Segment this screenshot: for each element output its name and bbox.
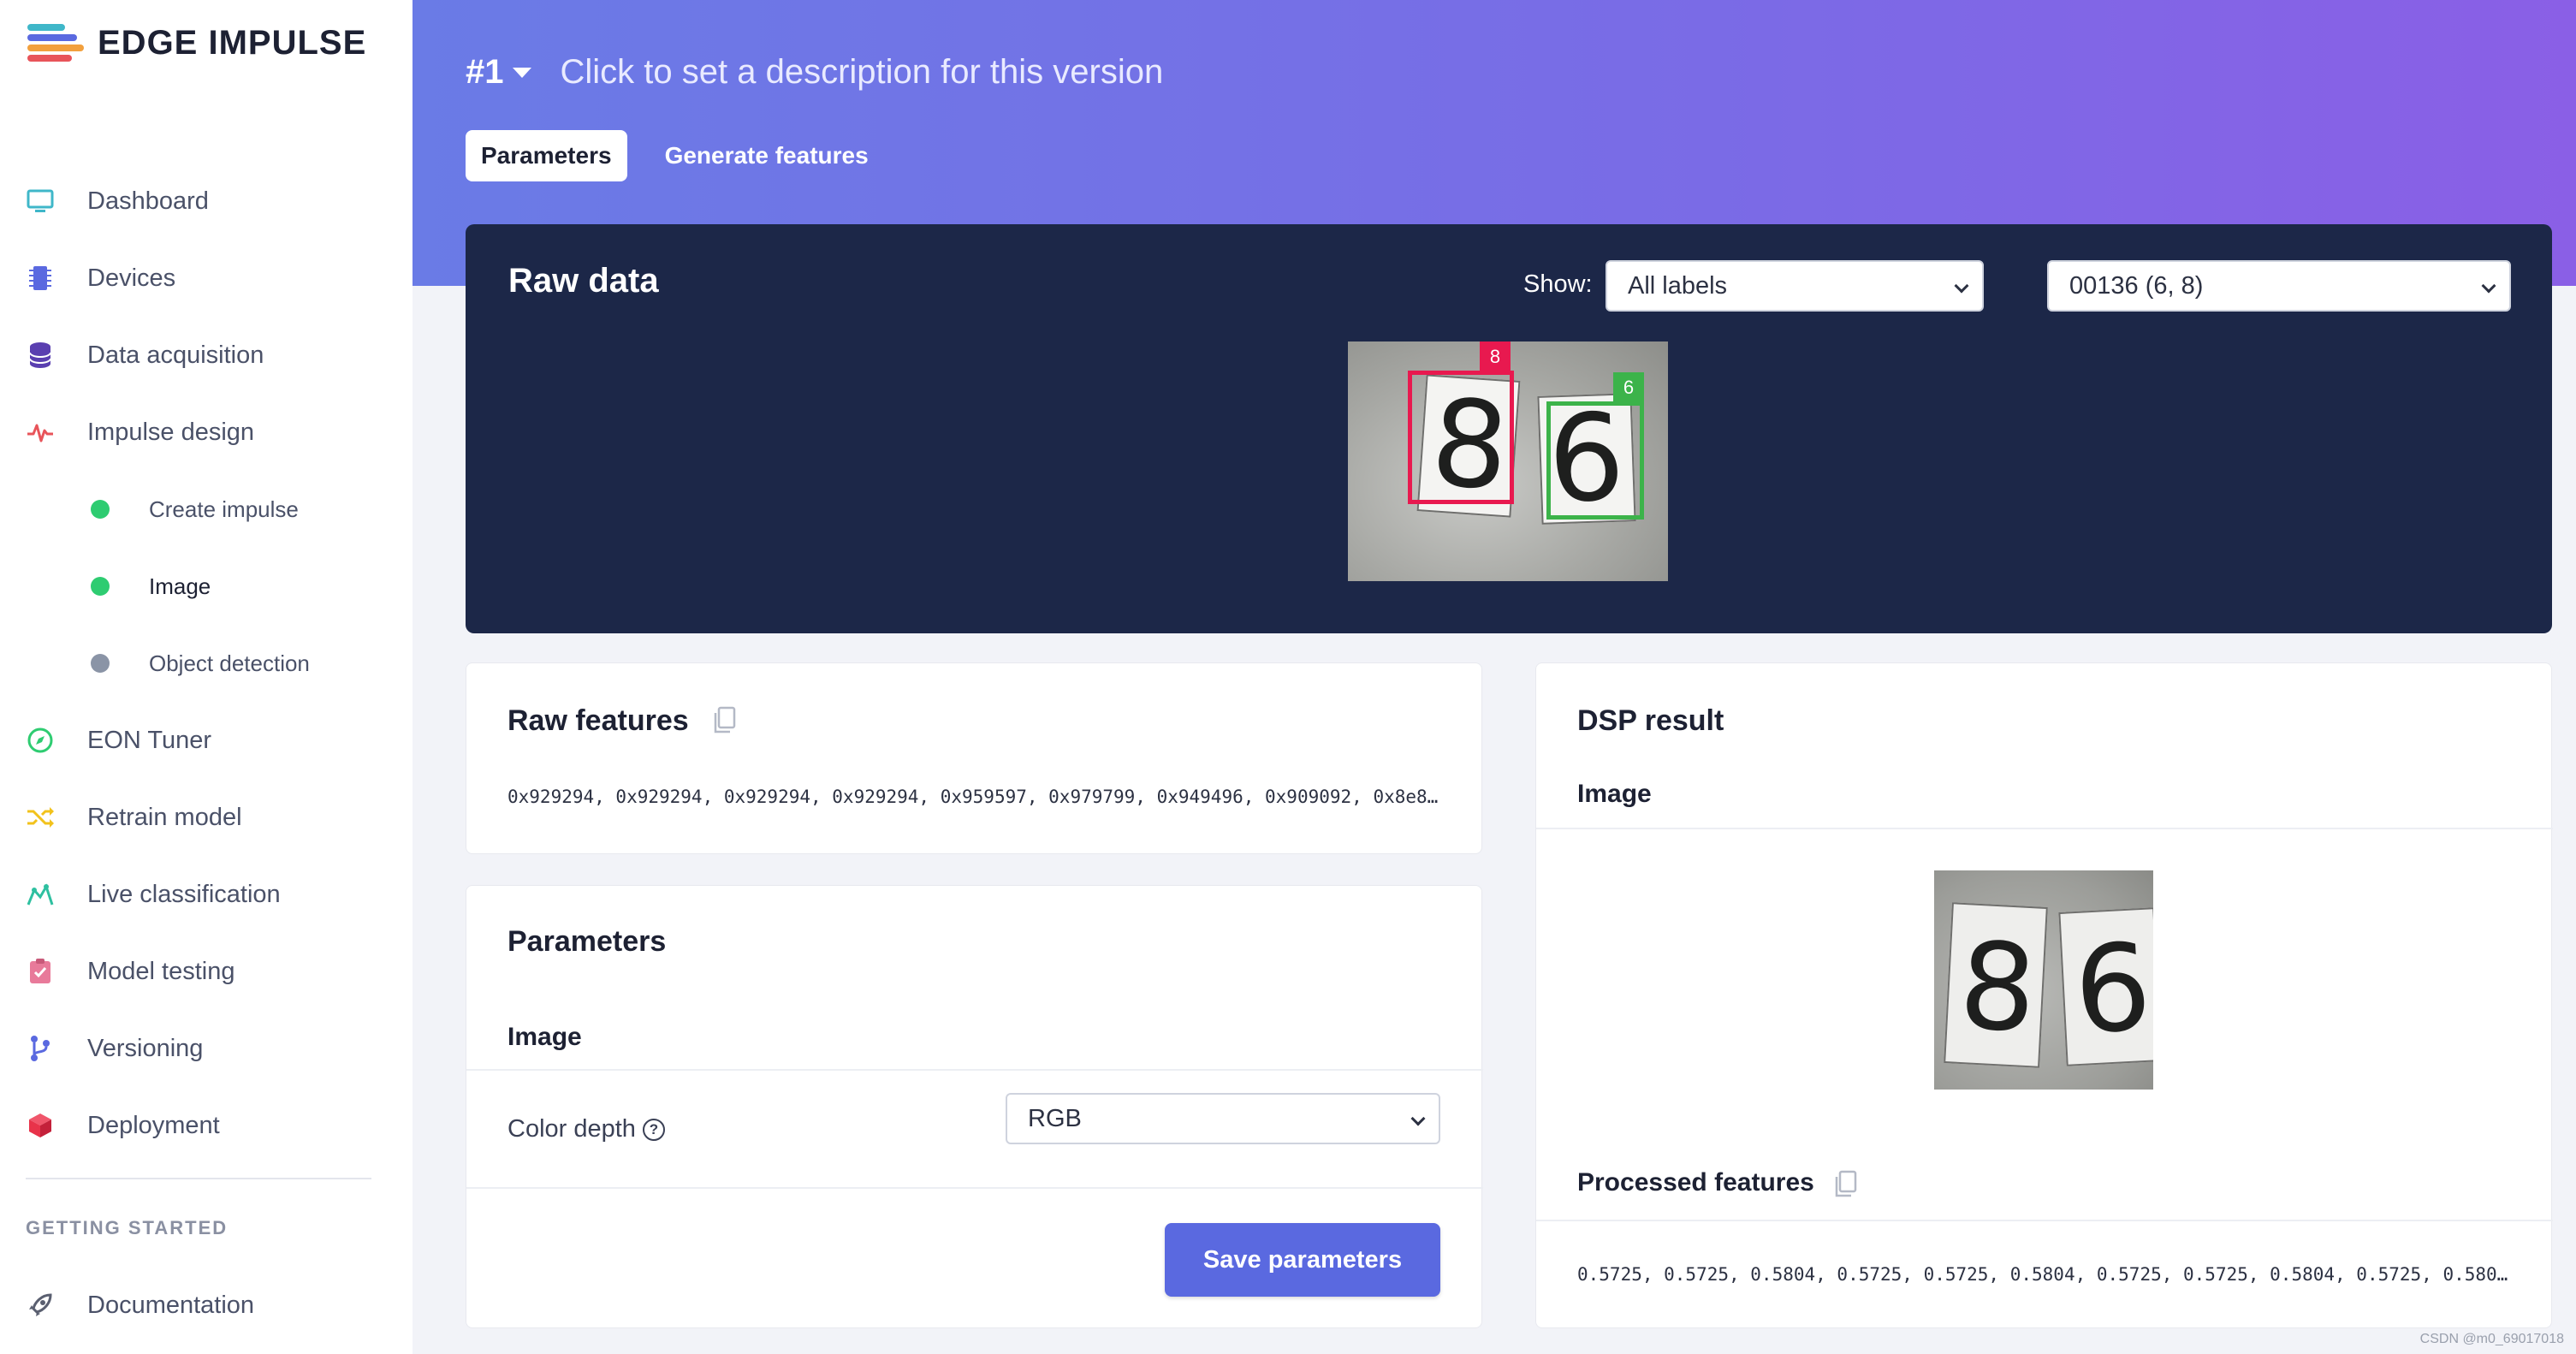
tab-parameters[interactable]: Parameters bbox=[466, 130, 627, 181]
pulse-icon bbox=[26, 418, 55, 447]
sidebar: EDGE IMPULSE Dashboard Devices Data acqu… bbox=[0, 0, 413, 1354]
dsp-image-heading: Image bbox=[1577, 780, 1652, 808]
sample-value: 00136 (6, 8) bbox=[2069, 271, 2204, 300]
sidebar-item-data-acquisition[interactable]: Data acquisition bbox=[0, 317, 413, 394]
parameters-section-heading: Image bbox=[507, 1023, 582, 1051]
digit-label: 8 bbox=[1956, 916, 2040, 1060]
sidebar-subitem-image[interactable]: Image bbox=[0, 548, 413, 625]
bounding-box-label: 8 bbox=[1480, 341, 1511, 372]
chevron-down-icon bbox=[1954, 278, 1969, 294]
copy-icon[interactable] bbox=[711, 706, 737, 735]
parameters-card: Parameters Image Color depth ? RGB Save … bbox=[466, 885, 1483, 1328]
edge-impulse-logo-icon bbox=[27, 22, 84, 63]
box-icon bbox=[26, 1111, 55, 1140]
copy-icon[interactable] bbox=[1832, 1170, 1858, 1199]
caret-down-icon bbox=[512, 67, 531, 78]
sidebar-subitem-label: Object detection bbox=[149, 650, 310, 676]
label-filter-select[interactable]: All labels bbox=[1606, 260, 1984, 312]
sidebar-subitem-object-detection[interactable]: Object detection bbox=[0, 625, 413, 702]
monitor-icon bbox=[26, 187, 55, 216]
bounding-box-label: 6 bbox=[1613, 372, 1644, 403]
sidebar-item-dashboard[interactable]: Dashboard bbox=[0, 163, 413, 240]
color-depth-label: Color depth ? bbox=[507, 1115, 665, 1143]
rocket-icon bbox=[26, 1291, 55, 1320]
dsp-processed-image: 8 6 bbox=[1934, 870, 2153, 1090]
sidebar-divider bbox=[26, 1178, 371, 1179]
dsp-result-card: DSP result Image 8 6 Processed features … bbox=[1535, 662, 2553, 1328]
tab-generate-features[interactable]: Generate features bbox=[650, 130, 884, 181]
sidebar-item-retrain-model[interactable]: Retrain model bbox=[0, 779, 413, 856]
branch-icon bbox=[26, 1034, 55, 1063]
chevron-down-icon bbox=[1410, 1111, 1426, 1126]
sidebar-item-label: Data acquisition bbox=[87, 341, 264, 369]
sidebar-item-versioning[interactable]: Versioning bbox=[0, 1010, 413, 1087]
status-dot-icon bbox=[91, 654, 110, 673]
shuffle-icon bbox=[26, 803, 55, 832]
sidebar-item-model-testing[interactable]: Model testing bbox=[0, 933, 413, 1010]
sidebar-section-title: GETTING STARTED bbox=[26, 1217, 229, 1238]
sidebar-item-label: Live classification bbox=[87, 880, 281, 908]
database-icon bbox=[26, 341, 55, 370]
color-depth-value: RGB bbox=[1028, 1104, 1082, 1132]
sidebar-item-deployment[interactable]: Deployment bbox=[0, 1087, 413, 1164]
sidebar-item-live-classification[interactable]: Live classification bbox=[0, 856, 413, 933]
sidebar-subitem-label: Image bbox=[149, 573, 211, 599]
parameters-title: Parameters bbox=[507, 925, 667, 958]
watermark: CSDN @m0_69017018 bbox=[2419, 1332, 2564, 1346]
brand-name: EDGE IMPULSE bbox=[98, 23, 367, 62]
sidebar-item-documentation[interactable]: Documentation bbox=[0, 1267, 413, 1344]
sample-select[interactable]: 00136 (6, 8) bbox=[2047, 260, 2511, 312]
help-icon[interactable]: ? bbox=[642, 1118, 665, 1141]
sidebar-item-impulse-design[interactable]: Impulse design bbox=[0, 394, 413, 471]
version-number: #1 bbox=[466, 53, 504, 91]
version-description[interactable]: Click to set a description for this vers… bbox=[561, 53, 1164, 92]
dsp-result-title: DSP result bbox=[1577, 704, 1724, 737]
raw-data-title: Raw data bbox=[508, 262, 659, 300]
sidebar-item-label: Devices bbox=[87, 264, 176, 292]
raw-data-panel: Raw data Show: All labels 00136 (6, 8) 8… bbox=[466, 224, 2552, 633]
sidebar-nav: Dashboard Devices Data acquisition Impul… bbox=[0, 163, 413, 1164]
chevron-down-icon bbox=[2481, 278, 2496, 294]
sidebar-item-label: Impulse design bbox=[87, 418, 255, 446]
status-dot-icon bbox=[91, 500, 110, 519]
sidebar-item-label: Model testing bbox=[87, 957, 235, 985]
raw-features-title: Raw features bbox=[507, 704, 689, 737]
sidebar-item-label: Dashboard bbox=[87, 187, 209, 215]
sidebar-item-devices[interactable]: Devices bbox=[0, 240, 413, 317]
bounding-box-6 bbox=[1546, 401, 1644, 520]
sidebar-subitem-label: Create impulse bbox=[149, 496, 299, 522]
sidebar-item-label: Retrain model bbox=[87, 803, 242, 831]
show-label: Show: bbox=[1523, 270, 1593, 298]
chip-icon bbox=[26, 264, 55, 293]
sidebar-subitem-create-impulse[interactable]: Create impulse bbox=[0, 471, 413, 548]
live-icon bbox=[26, 880, 55, 909]
raw-features-card: Raw features 0x929294, 0x929294, 0x92929… bbox=[466, 662, 1482, 854]
sidebar-item-label: Deployment bbox=[87, 1111, 220, 1139]
processed-features-title: Processed features bbox=[1577, 1168, 1814, 1197]
status-dot-icon bbox=[91, 577, 110, 596]
sidebar-item-label: Versioning bbox=[87, 1034, 204, 1062]
compass-icon bbox=[26, 726, 55, 755]
save-parameters-button[interactable]: Save parameters bbox=[1165, 1223, 1440, 1297]
sidebar-item-eon-tuner[interactable]: EON Tuner bbox=[0, 702, 413, 779]
sample-image: 8 6 8 6 bbox=[1348, 341, 1668, 581]
version-selector[interactable]: #1 Click to set a description for this v… bbox=[466, 53, 1163, 92]
sidebar-item-label: Documentation bbox=[87, 1291, 255, 1319]
tab-bar: Parameters Generate features bbox=[466, 130, 906, 181]
label-filter-value: All labels bbox=[1628, 271, 1728, 300]
logo[interactable]: EDGE IMPULSE bbox=[27, 21, 366, 65]
digit-label: 6 bbox=[2070, 918, 2153, 1062]
clipboard-check-icon bbox=[26, 957, 55, 986]
sidebar-item-label: EON Tuner bbox=[87, 726, 212, 754]
raw-features-values: 0x929294, 0x929294, 0x929294, 0x929294, … bbox=[507, 787, 1440, 807]
color-depth-select[interactable]: RGB bbox=[1006, 1093, 1440, 1144]
processed-features-values: 0.5725, 0.5725, 0.5804, 0.5725, 0.5725, … bbox=[1577, 1264, 2510, 1285]
bounding-box-8 bbox=[1408, 371, 1514, 504]
